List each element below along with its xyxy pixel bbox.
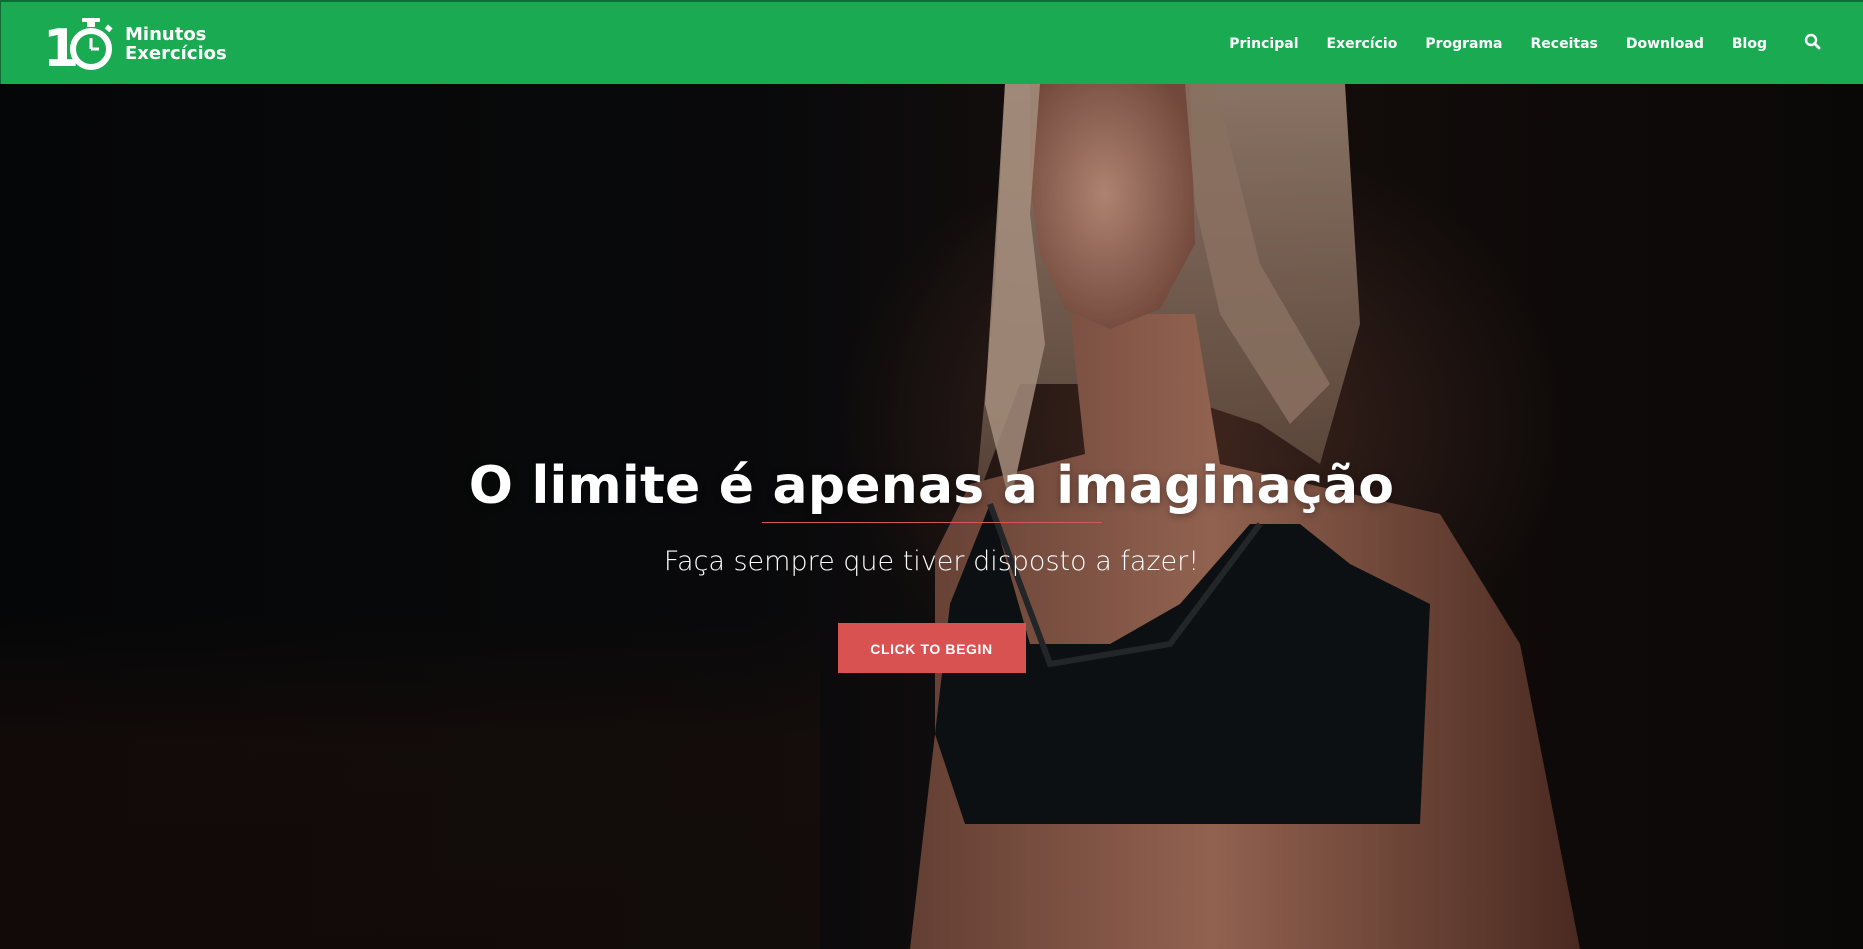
nav-item-receitas[interactable]: Receitas [1531, 36, 1598, 52]
nav-item-exercicio[interactable]: Exercício [1327, 36, 1398, 52]
logo-line-2: Exercícios [125, 43, 227, 64]
stopwatch-logo-icon: 1 [43, 17, 119, 79]
hero-content: O limite é apenas a imaginação Faça semp… [0, 454, 1863, 673]
logo-line-1: Minutos [125, 24, 207, 45]
nav-item-blog[interactable]: Blog [1732, 36, 1767, 52]
nav-item-programa[interactable]: Programa [1425, 36, 1502, 52]
hero-subtitle: Faça sempre que tiver disposto a fazer! [663, 546, 1200, 577]
page: 1 Minutos Exercícios Principal Exercício… [0, 0, 1863, 949]
search-icon[interactable] [1803, 32, 1823, 52]
hero-title: O limite é apenas a imaginação [468, 456, 1395, 516]
click-to-begin-button[interactable]: CLICK TO BEGIN [837, 623, 1026, 673]
top-navbar: 1 Minutos Exercícios Principal Exercício… [0, 0, 1863, 84]
nav-item-principal[interactable]: Principal [1229, 36, 1298, 52]
nav-item-download[interactable]: Download [1626, 36, 1704, 52]
hero-title-divider [761, 522, 1102, 523]
hero-section: O limite é apenas a imaginação Faça semp… [0, 84, 1863, 949]
main-nav: Principal Exercício Programa Receitas Do… [1229, 2, 1767, 86]
site-logo[interactable]: 1 Minutos Exercícios [43, 17, 227, 79]
logo-wordmark: Minutos Exercícios [125, 25, 227, 63]
